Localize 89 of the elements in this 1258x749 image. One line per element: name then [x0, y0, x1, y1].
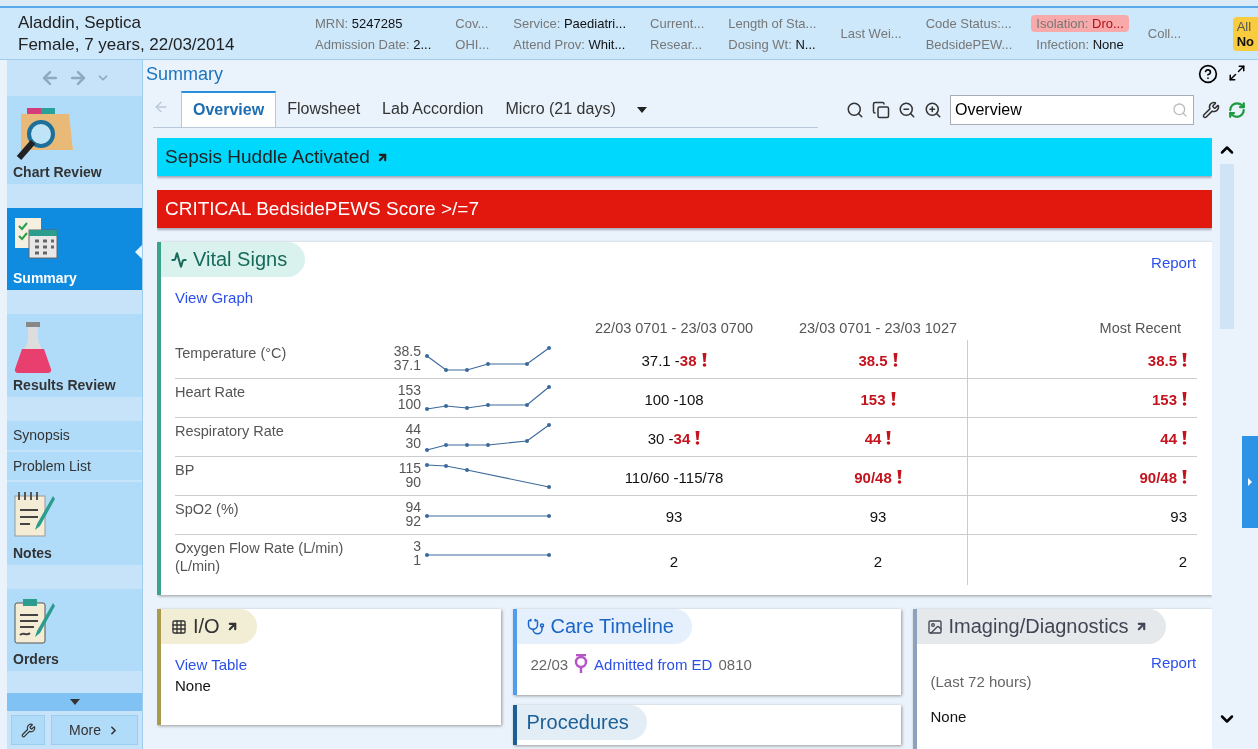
vital-value: 90/48: [854, 468, 892, 486]
vital-value: 93: [1170, 507, 1187, 525]
vital-value: 110/60 -115/78: [624, 468, 724, 486]
event-time: 0810: [718, 655, 752, 673]
vital-name: Temperature (°C): [175, 340, 383, 379]
io-value: None: [175, 677, 212, 694]
vital-name: Heart Rate: [175, 379, 383, 418]
range-low: 1: [413, 552, 421, 568]
range-high: 115: [398, 460, 421, 476]
header-field: Dosing Wt: N...: [723, 35, 822, 53]
view-table-link[interactable]: View Table: [175, 656, 247, 673]
card-header: I/O: [161, 609, 257, 644]
sidebar-item[interactable]: Orders: [7, 588, 142, 671]
vital-value: 153: [1151, 390, 1177, 408]
tab[interactable]: Overview: [181, 91, 277, 127]
event-date: 22/03: [530, 655, 569, 673]
vital-name: SpO2 (%): [175, 496, 383, 535]
alert-banner[interactable]: Sepsis Huddle Activated: [157, 138, 1213, 176]
activity-title: Summary: [146, 63, 223, 85]
header-field: Cov...: [450, 14, 495, 32]
vital-name: Respiratory Rate: [175, 418, 383, 457]
vital-value: 38.5: [1147, 351, 1177, 369]
range-high: 94: [405, 499, 421, 515]
time-range-note: (Last 72 hours): [930, 673, 1033, 690]
sidebar-item[interactable]: Chart Review: [7, 96, 142, 184]
header-field: BedsidePEW...: [920, 35, 1018, 53]
vital-value: 90/48: [1139, 468, 1177, 486]
header-field: Infection: None: [1031, 35, 1129, 53]
range-low: 92: [405, 513, 421, 529]
sidebar-item[interactable]: Synopsis: [7, 420, 142, 450]
card-header: Imaging/Diagnostics: [916, 609, 1166, 644]
tab[interactable]: Lab Accordion: [371, 91, 495, 127]
vital-value: 30 -34: [647, 429, 691, 447]
range-high: 3: [413, 538, 421, 554]
sidebar-item[interactable]: Summary: [7, 208, 142, 291]
report-link[interactable]: Report: [1151, 654, 1197, 671]
view-graph-link[interactable]: View Graph: [175, 289, 254, 306]
column-header: 23/03 0701 - 23/03 1027: [798, 320, 958, 338]
event-link[interactable]: Admitted from ED: [594, 655, 713, 673]
header-field: Last Wei...: [835, 25, 907, 42]
vital-value: 2: [669, 552, 679, 570]
vital-name: Oxygen Flow Rate (L/min) (L/min): [175, 539, 345, 576]
card-header: Vital Signs: [161, 242, 306, 277]
sidebar-item[interactable]: Results Review: [7, 314, 142, 397]
header-field: Admission Date: 2...: [310, 35, 437, 53]
range-high: 44: [405, 421, 421, 437]
header-field: Attend Prov: Whit...: [508, 35, 632, 53]
more-button[interactable]: More: [51, 715, 138, 745]
vital-value: 44: [1160, 429, 1177, 447]
range-low: 37.1: [393, 357, 421, 373]
allergy-badge: All No: [1232, 16, 1258, 51]
vital-value: 2: [1178, 552, 1187, 570]
range-low: 30: [405, 435, 421, 451]
range-high: 153: [397, 382, 421, 398]
header-field: Current...: [645, 14, 710, 32]
tab[interactable]: Flowsheet: [276, 91, 372, 127]
header-field: Coll...: [1142, 25, 1187, 42]
sidebar-item[interactable]: Problem List: [7, 451, 142, 481]
vital-name: BP: [175, 457, 383, 496]
card-header: Procedures: [516, 705, 647, 740]
isolation-badge: Isolation: Dro...: [1031, 14, 1129, 32]
patient-details: Female, 7 years, 22/03/2014: [18, 34, 236, 55]
vital-value: 38.5: [858, 351, 888, 369]
alert-banner[interactable]: CRITICAL BedsidePEWS Score >/=7: [157, 190, 1213, 228]
vital-value: 153: [860, 390, 886, 408]
header-field: OHI...: [450, 35, 495, 53]
patient-name: Aladdin, Septica: [18, 12, 142, 33]
range-high: 38.5: [393, 343, 421, 359]
imaging-value: None: [930, 708, 968, 725]
tab[interactable]: Micro (21 days): [494, 91, 627, 127]
vital-value: 93: [665, 507, 683, 525]
vital-value: 37.1 -38: [641, 351, 697, 369]
range-low: 100: [397, 396, 421, 412]
header-field: Code Status:...: [920, 14, 1018, 32]
vital-value: 93: [869, 507, 887, 525]
header-field: Resear...: [645, 35, 710, 53]
range-low: 90: [405, 474, 421, 490]
header-field: Length of Sta...: [723, 14, 822, 32]
column-header: Most Recent: [1098, 320, 1182, 338]
vital-value: 2: [873, 552, 883, 570]
sidebar-item[interactable]: Notes: [7, 482, 142, 565]
header-field: MRN: 5247285: [310, 14, 437, 32]
report-link[interactable]: Report: [1151, 254, 1197, 271]
vital-value: 44: [864, 429, 882, 447]
column-header: 22/03 0701 - 23/03 0700: [594, 320, 754, 338]
vital-value: 100 -108: [644, 390, 704, 408]
search-field[interactable]: Overview: [950, 95, 1194, 125]
header-field: Service: Paediatri...: [508, 14, 632, 32]
card-header: Care Timeline: [516, 609, 692, 644]
